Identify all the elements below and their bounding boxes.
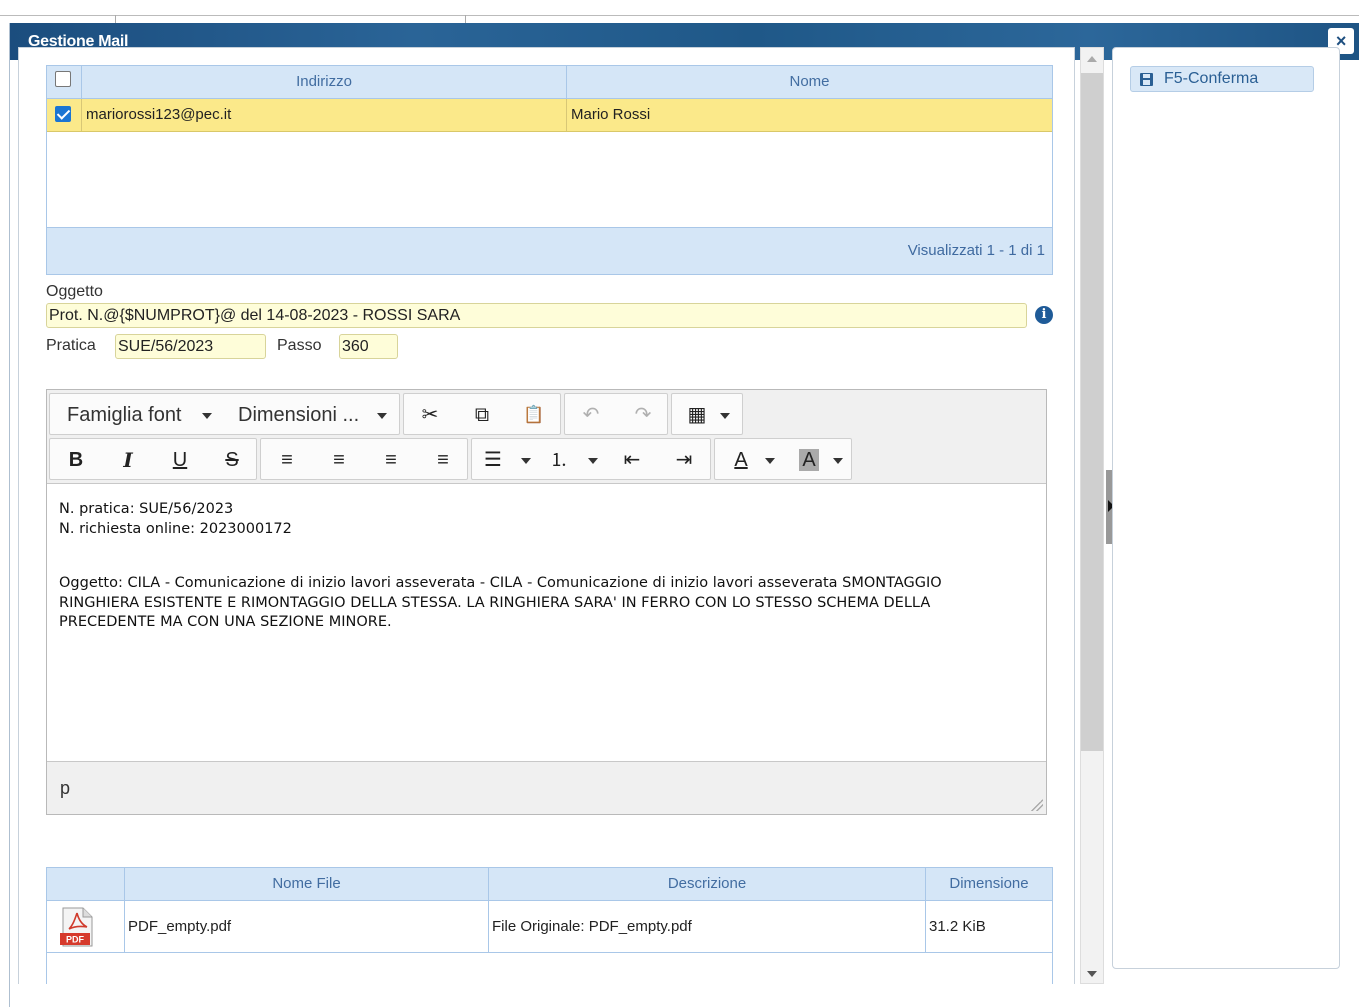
align-left-icon[interactable]: ≡ (261, 439, 313, 481)
history-group: ↶ ↷ (564, 393, 668, 435)
paste-icon[interactable]: 📋 (508, 394, 560, 436)
scroll-down-icon[interactable] (1087, 971, 1097, 977)
table-row[interactable]: mariorossi123@pec.it Mario Rossi (47, 99, 1052, 132)
scroll-thumb[interactable] (1081, 73, 1103, 751)
font-color-icon[interactable]: A (723, 439, 759, 481)
row-checkbox-cell (47, 99, 82, 131)
editor-toolbar: Famiglia font Dimensioni ... ✂ ⧉ 📋 ↶ ↷ ▦ (47, 390, 1046, 484)
underline-icon[interactable]: U (154, 439, 206, 481)
rich-text-editor: Famiglia font Dimensioni ... ✂ ⧉ 📋 ↶ ↷ ▦ (46, 389, 1047, 815)
table-row[interactable]: PDF PDF_empty.pdf File Originale: PDF_em… (47, 901, 1052, 953)
confirm-button[interactable]: F5-Conferma (1130, 66, 1314, 92)
column-header-description[interactable]: Descrizione (489, 868, 926, 901)
cell-name[interactable]: Mario Rossi (567, 99, 1052, 131)
cell-filename[interactable]: PDF_empty.pdf (125, 901, 489, 953)
bg-color-glyph: A (799, 449, 819, 471)
subject-input[interactable]: Prot. N.@{$NUMPROT}@ del 14-08-2023 - RO… (46, 303, 1027, 328)
align-group: ≡ ≡ ≡ ≡ (260, 438, 468, 480)
editor-content[interactable]: N. pratica: SUE/56/2023 N. richiesta onl… (59, 500, 1039, 633)
align-right-icon[interactable]: ≡ (365, 439, 417, 481)
body-line: N. richiesta online: 2023000172 (59, 520, 292, 537)
practice-input[interactable]: SUE/56/2023 (115, 334, 266, 359)
font-size-select[interactable]: Dimensioni ... (225, 394, 401, 436)
recipients-header: Indirizzo Nome (47, 66, 1052, 99)
strikethrough-icon[interactable]: S (206, 439, 258, 481)
grid-pager-info: Visualizzati 1 - 1 di 1 (47, 227, 1052, 274)
info-icon[interactable]: i (1035, 306, 1053, 324)
chevron-down-icon[interactable] (765, 458, 775, 464)
numbered-list-icon[interactable]: ⒈ (538, 439, 580, 481)
chevron-down-icon[interactable] (720, 413, 730, 419)
main-scrollbar[interactable] (1080, 47, 1104, 984)
outdent-icon[interactable]: ⇤ (606, 439, 658, 481)
justify-icon[interactable]: ≡ (417, 439, 469, 481)
actions-panel: F5-Conferma (1112, 47, 1340, 969)
confirm-label: F5-Conferma (1164, 70, 1259, 87)
subject-label: Oggetto (46, 283, 103, 300)
column-header-filename[interactable]: Nome File (125, 868, 489, 901)
element-path[interactable]: p (60, 778, 70, 798)
chevron-down-icon (202, 413, 212, 419)
indent-icon[interactable]: ⇥ (658, 439, 710, 481)
scroll-up-icon[interactable] (1087, 56, 1097, 62)
main-panel: Indirizzo Nome mariorossi123@pec.it Mari… (18, 47, 1075, 984)
font-selectors: Famiglia font Dimensioni ... (49, 393, 400, 435)
attachments-header: Nome File Descrizione Dimensione (47, 868, 1052, 901)
table-icon[interactable]: ▦ (672, 394, 722, 436)
editor-statusbar: p (47, 761, 1046, 814)
chevron-down-icon[interactable] (521, 458, 531, 464)
file-icon-cell: PDF (47, 901, 125, 953)
chevron-down-icon (377, 413, 387, 419)
step-label: Passo (277, 337, 322, 354)
body-line: N. pratica: SUE/56/2023 (59, 501, 234, 517)
top-divider (0, 15, 1359, 30)
bullet-list-icon[interactable]: ☰ (472, 439, 514, 481)
list-group: ☰ ⒈ ⇤ ⇥ (471, 438, 711, 480)
cell-address[interactable]: mariorossi123@pec.it (82, 99, 567, 131)
column-header-address[interactable]: Indirizzo (82, 66, 567, 99)
color-group: A A (714, 438, 852, 480)
pdf-icon[interactable]: PDF (59, 907, 95, 947)
table-group: ▦ (671, 393, 743, 435)
redo-icon[interactable]: ↷ (617, 394, 669, 436)
recipients-grid: Indirizzo Nome mariorossi123@pec.it Mari… (46, 65, 1053, 275)
row-checkbox[interactable] (55, 106, 71, 122)
body-line: RINGHIERA ESISTENTE E RIMONTAGGIO DELLA … (59, 594, 931, 611)
clipboard-group: ✂ ⧉ 📋 (403, 393, 561, 435)
resize-handle[interactable] (1031, 799, 1043, 811)
body-line (59, 539, 1039, 559)
step-input[interactable]: 360 (339, 334, 398, 359)
bold-icon[interactable]: B (50, 439, 102, 481)
copy-icon[interactable]: ⧉ (456, 394, 508, 436)
cut-icon[interactable]: ✂ (404, 394, 456, 436)
body-line (59, 559, 1039, 575)
body-line: PRECEDENTE MA CON UNA SEZIONE MINORE. (59, 614, 392, 630)
chevron-down-icon[interactable] (588, 458, 598, 464)
pdf-icon-label: PDF (66, 935, 85, 945)
attachments-grid: Nome File Descrizione Dimensione PDF PDF… (46, 867, 1053, 984)
column-header-icon (47, 868, 125, 901)
format-group: B I U S (49, 438, 257, 480)
column-header-name[interactable]: Nome (567, 66, 1052, 99)
chevron-down-icon[interactable] (833, 458, 843, 464)
font-family-label: Famiglia font (67, 404, 182, 426)
undo-icon[interactable]: ↶ (565, 394, 617, 436)
save-icon (1140, 73, 1153, 86)
background-color-icon[interactable]: A (791, 439, 827, 481)
body-line: Oggetto: CILA - Comunicazione di inizio … (59, 575, 942, 591)
select-all-cell (47, 66, 82, 99)
align-center-icon[interactable]: ≡ (313, 439, 365, 481)
select-all-checkbox[interactable] (55, 71, 71, 87)
italic-icon[interactable]: I (102, 439, 154, 481)
column-header-size[interactable]: Dimensione (926, 868, 1052, 901)
font-size-label: Dimensioni ... (238, 404, 360, 426)
font-family-select[interactable]: Famiglia font (50, 394, 225, 436)
cell-size[interactable]: 31.2 KiB (926, 901, 1052, 953)
practice-label: Pratica (46, 337, 96, 354)
cell-description[interactable]: File Originale: PDF_empty.pdf (489, 901, 926, 953)
